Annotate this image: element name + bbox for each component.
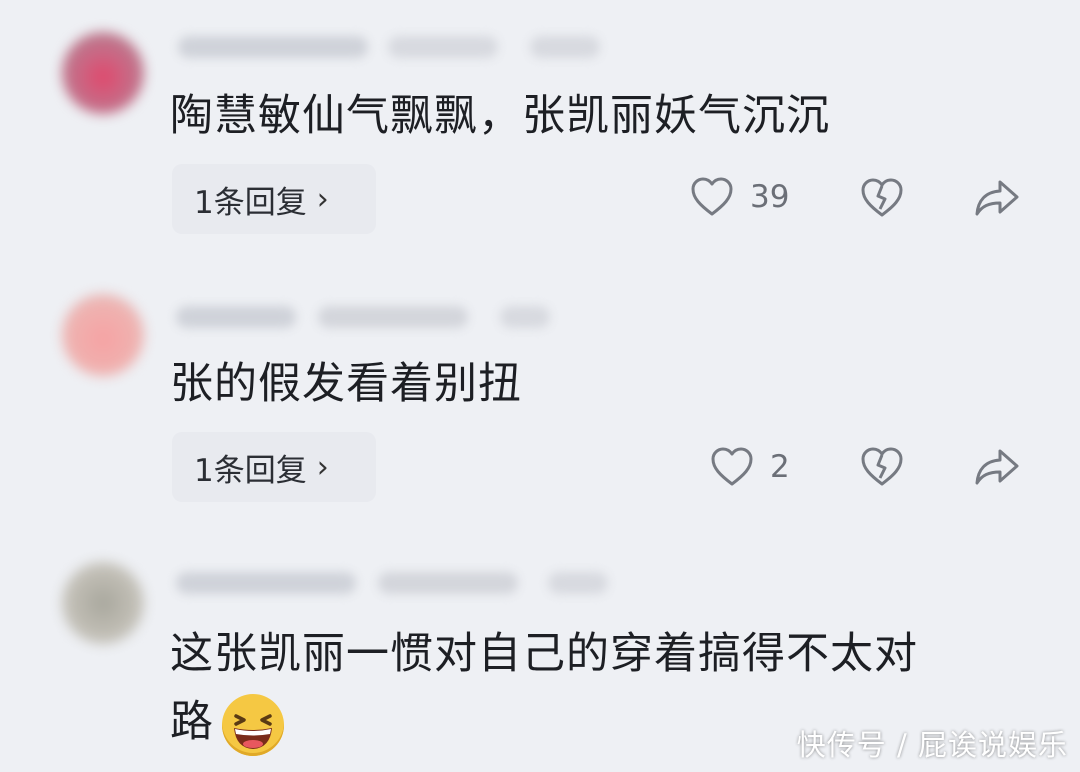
share-arrow-icon xyxy=(974,178,1020,218)
share-arrow-icon xyxy=(974,447,1020,487)
timestamp-blurred xyxy=(530,36,600,58)
like-count: 39 xyxy=(750,179,790,215)
share-button[interactable] xyxy=(974,178,1020,218)
reply-count-label: 1条回复 xyxy=(194,452,307,489)
username-blurred[interactable] xyxy=(176,572,356,594)
user-avatar[interactable] xyxy=(62,294,144,376)
share-button[interactable] xyxy=(974,447,1020,487)
broken-heart-icon xyxy=(860,446,904,488)
like-button[interactable]: 2 xyxy=(710,446,790,488)
heart-icon xyxy=(690,176,734,218)
dislike-button[interactable] xyxy=(860,446,904,488)
view-replies-button[interactable]: 1条回复 › xyxy=(172,164,376,234)
watermark: 快传号 / 屁诶说娱乐 xyxy=(796,728,1068,762)
like-count: 2 xyxy=(770,449,790,485)
comment-text: 张的假发看着别扭 xyxy=(170,359,522,409)
user-avatar[interactable] xyxy=(62,562,144,644)
heart-icon xyxy=(710,446,754,488)
like-button[interactable]: 39 xyxy=(690,176,789,218)
timestamp-blurred xyxy=(548,572,608,594)
timestamp-blurred xyxy=(500,306,550,328)
chevron-right-icon: › xyxy=(316,449,329,485)
username-blurred[interactable] xyxy=(178,36,368,58)
username-blurred xyxy=(318,306,468,328)
username-blurred xyxy=(388,36,498,58)
comment-text-line-2: 路 xyxy=(170,692,284,756)
user-avatar[interactable] xyxy=(62,32,144,114)
comment-text: 陶慧敏仙气飘飘，张凯丽妖气沉沉 xyxy=(170,91,830,141)
username-blurred[interactable] xyxy=(176,306,296,328)
broken-heart-icon xyxy=(860,177,904,219)
dislike-button[interactable] xyxy=(860,177,904,219)
chevron-right-icon: › xyxy=(316,181,329,217)
comment-text-end: 路 xyxy=(170,697,214,747)
reply-count-label: 1条回复 xyxy=(194,184,307,221)
username-blurred xyxy=(378,572,518,594)
view-replies-button[interactable]: 1条回复 › xyxy=(172,432,376,502)
grinning-squinting-face-icon xyxy=(222,693,284,756)
comment-text-line-1: 这张凯丽一惯对自己的穿着搞得不太对 xyxy=(170,629,918,679)
